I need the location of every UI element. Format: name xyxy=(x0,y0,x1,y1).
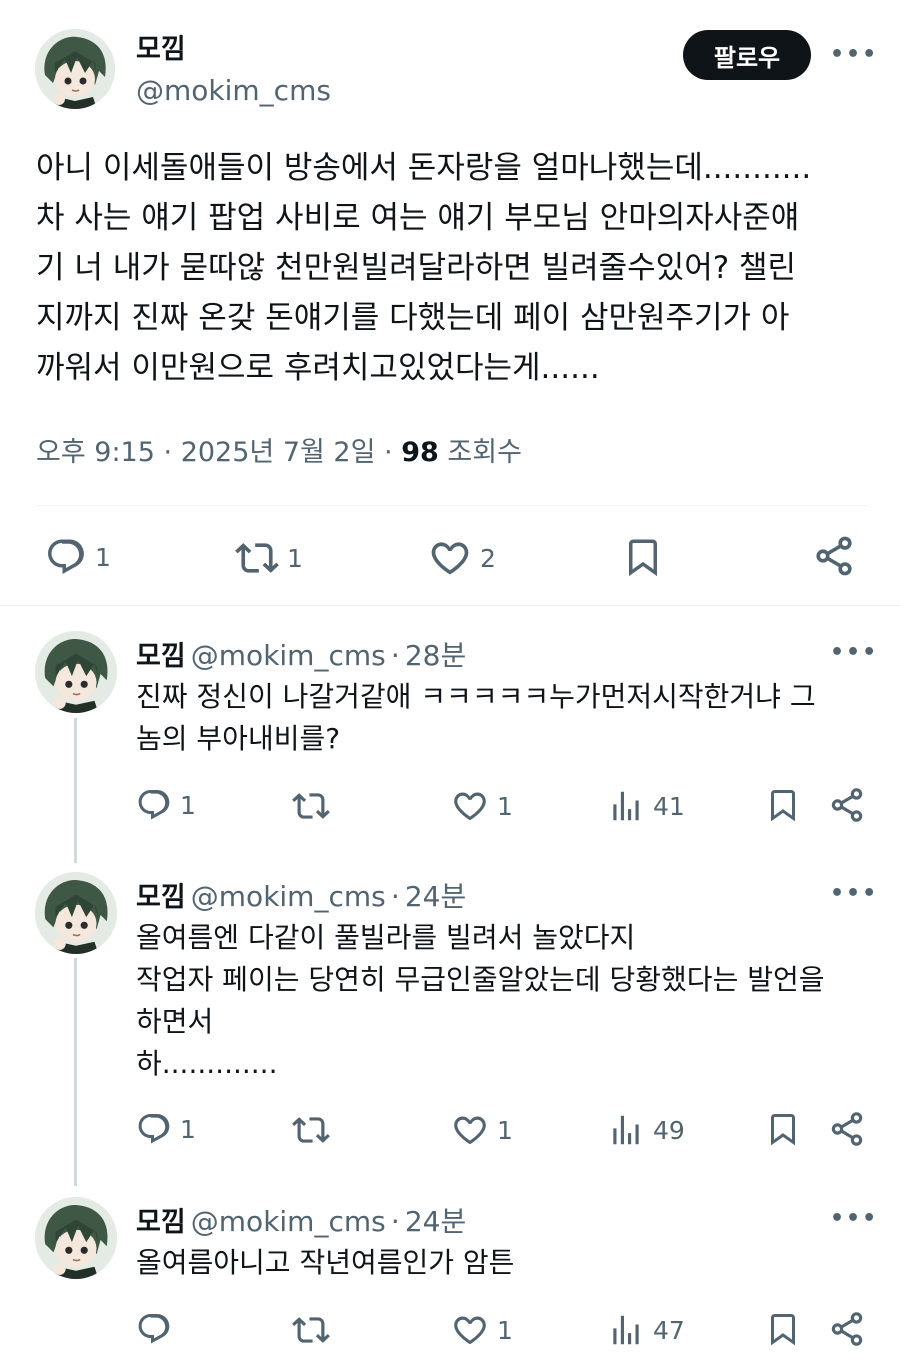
reply-text: 올여름아니고 작년여름인가 암튼 xyxy=(136,1246,515,1279)
views-button[interactable]: 47 xyxy=(607,1311,685,1349)
share-icon xyxy=(828,786,866,824)
heart-icon xyxy=(428,536,472,580)
like-count: 1 xyxy=(497,1315,513,1345)
like-button[interactable]: 2 xyxy=(428,536,496,580)
share-icon xyxy=(828,1110,866,1148)
reply-icon xyxy=(136,1311,172,1347)
views-icon xyxy=(607,1111,645,1149)
reply-count: 1 xyxy=(95,542,111,572)
heart-icon xyxy=(451,787,489,825)
like-button[interactable]: 1 xyxy=(451,1111,513,1149)
like-count: 1 xyxy=(497,1115,513,1145)
heart-icon xyxy=(451,1311,489,1349)
views-count: 98 xyxy=(401,437,439,468)
retweet-button[interactable]: 1 xyxy=(235,536,303,580)
share-icon xyxy=(828,1310,866,1348)
share-button[interactable] xyxy=(828,1110,866,1148)
tweet-meta: 오후 9:15 · 2025년 7월 2일 · 98 조회수 xyxy=(36,437,522,468)
views-icon xyxy=(607,1311,645,1349)
share-button[interactable] xyxy=(812,534,856,578)
thread-line xyxy=(74,958,77,1186)
retweet-icon xyxy=(292,1311,330,1349)
reply-icon xyxy=(45,536,87,578)
retweet-icon xyxy=(292,787,330,825)
view-count: 49 xyxy=(653,1115,685,1145)
bookmark-button[interactable] xyxy=(622,536,664,578)
reply-time[interactable]: 24분 xyxy=(405,880,466,913)
reply-header: 모낌 @mokim_cms · 24분 xyxy=(136,880,467,913)
author-name[interactable]: 모낌 xyxy=(136,34,186,66)
avatar[interactable] xyxy=(35,872,117,954)
author-handle[interactable]: @mokim_cms xyxy=(191,1205,386,1238)
tweet-text: 아니 이세돌애들이 방송에서 돈자랑을 얼마나했는데........... 차 … xyxy=(36,150,812,386)
retweet-icon xyxy=(292,1111,330,1149)
avatar[interactable] xyxy=(35,631,117,713)
bookmark-icon xyxy=(765,1311,801,1347)
reply-time[interactable]: 24분 xyxy=(405,1205,466,1238)
reply-header: 모낌 @mokim_cms · 24분 xyxy=(136,1205,467,1238)
views-button[interactable]: 41 xyxy=(607,787,685,825)
bookmark-icon xyxy=(765,1111,801,1147)
share-button[interactable] xyxy=(828,786,866,824)
author-handle[interactable]: @mokim_cms xyxy=(191,639,386,672)
reply-button[interactable]: 1 xyxy=(136,787,196,823)
like-count: 2 xyxy=(480,543,496,573)
reply-time[interactable]: 28분 xyxy=(405,639,466,672)
follow-button[interactable]: 팔로우 xyxy=(683,30,811,80)
author-handle[interactable]: @mokim_cms xyxy=(191,880,386,913)
author-name[interactable]: 모낌 xyxy=(136,641,186,672)
like-button[interactable]: 1 xyxy=(451,1311,513,1349)
like-count: 1 xyxy=(497,791,513,821)
share-icon xyxy=(812,534,856,578)
bookmark-button[interactable] xyxy=(765,1111,801,1147)
view-count: 47 xyxy=(653,1315,685,1345)
retweet-button[interactable] xyxy=(292,1111,330,1149)
retweet-button[interactable] xyxy=(292,1311,330,1349)
avatar[interactable] xyxy=(35,1197,117,1279)
bookmark-button[interactable] xyxy=(765,787,801,823)
author-handle[interactable]: @mokim_cms xyxy=(136,74,331,107)
author-name[interactable]: 모낌 xyxy=(136,882,186,913)
author-name[interactable]: 모낌 xyxy=(136,1207,186,1238)
more-options-icon[interactable]: ••• xyxy=(830,881,878,906)
reply-text: 올여름엔 다같이 풀빌라를 빌려서 놀았다지 작업자 페이는 당연히 무급인줄알… xyxy=(136,921,825,1080)
reply-icon xyxy=(136,1111,172,1147)
reply-button[interactable] xyxy=(136,1311,172,1347)
divider xyxy=(36,505,868,506)
more-options-icon[interactable]: ••• xyxy=(830,1206,878,1231)
bookmark-button[interactable] xyxy=(765,1311,801,1347)
more-options-icon[interactable]: ••• xyxy=(830,42,878,67)
bookmark-icon xyxy=(765,787,801,823)
thread-line xyxy=(74,718,77,863)
like-button[interactable]: 1 xyxy=(451,787,513,825)
reply-count: 1 xyxy=(180,1114,196,1144)
views-icon xyxy=(607,787,645,825)
retweet-button[interactable] xyxy=(292,787,330,825)
reply-text: 진짜 정신이 나갈거같애 ㅋㅋㅋㅋㅋ누가먼저시작한거냐 그 놈의 부아내비를? xyxy=(136,680,816,755)
views-button[interactable]: 49 xyxy=(607,1111,685,1149)
share-button[interactable] xyxy=(828,1310,866,1348)
reply-header: 모낌 @mokim_cms · 28분 xyxy=(136,639,467,672)
reply-button[interactable]: 1 xyxy=(45,536,111,578)
view-count: 41 xyxy=(653,791,685,821)
reply-button[interactable]: 1 xyxy=(136,1111,196,1147)
avatar[interactable] xyxy=(35,29,115,109)
reply-count: 1 xyxy=(180,790,196,820)
tweet-time[interactable]: 오후 9:15 xyxy=(36,437,155,468)
bookmark-icon xyxy=(622,536,664,578)
section-separator xyxy=(0,605,900,606)
views-label: 조회수 xyxy=(447,437,522,468)
retweet-icon xyxy=(235,536,279,580)
retweet-count: 1 xyxy=(287,543,303,573)
heart-icon xyxy=(451,1111,489,1149)
tweet-date[interactable]: 2025년 7월 2일 xyxy=(181,437,376,468)
more-options-icon[interactable]: ••• xyxy=(830,640,878,665)
reply-icon xyxy=(136,787,172,823)
